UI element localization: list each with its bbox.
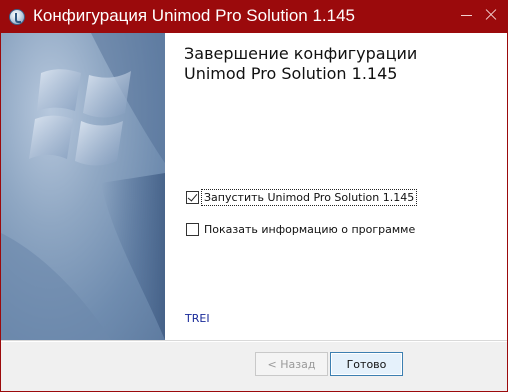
app-icon [9,9,25,25]
windows-logo-banner [1,33,165,340]
wizard-content: Завершение конфигурации Unimod Pro Solut… [165,33,507,340]
title-bar[interactable]: Конфигурация Unimod Pro Solution 1.145 [0,0,508,33]
show-info-label[interactable]: Показать информацию о программе [202,222,417,237]
window-title: Конфигурация Unimod Pro Solution 1.145 [33,6,355,25]
show-info-checkbox[interactable] [186,223,199,236]
vendor-label: TREI [185,312,210,325]
finish-button[interactable]: Готово [330,352,403,376]
back-button[interactable]: < Назад [255,352,328,376]
close-icon[interactable] [476,4,506,26]
show-info-option[interactable]: Показать информацию о программе [186,222,417,237]
page-title-line1: Завершение конфигурации [184,44,418,63]
wizard-side-banner [1,33,165,340]
page-title: Завершение конфигурации Unimod Pro Solut… [184,44,417,84]
launch-app-label[interactable]: Запустить Unimod Pro Solution 1.145 [200,189,418,206]
installer-window: Конфигурация Unimod Pro Solution 1.145 З… [0,0,508,392]
wizard-client-area: Завершение конфигурации Unimod Pro Solut… [1,33,507,391]
footer-divider [1,340,507,342]
page-title-line2: Unimod Pro Solution 1.145 [184,64,398,83]
launch-app-option[interactable]: Запустить Unimod Pro Solution 1.145 [186,189,418,206]
launch-app-checkbox[interactable] [186,191,199,204]
